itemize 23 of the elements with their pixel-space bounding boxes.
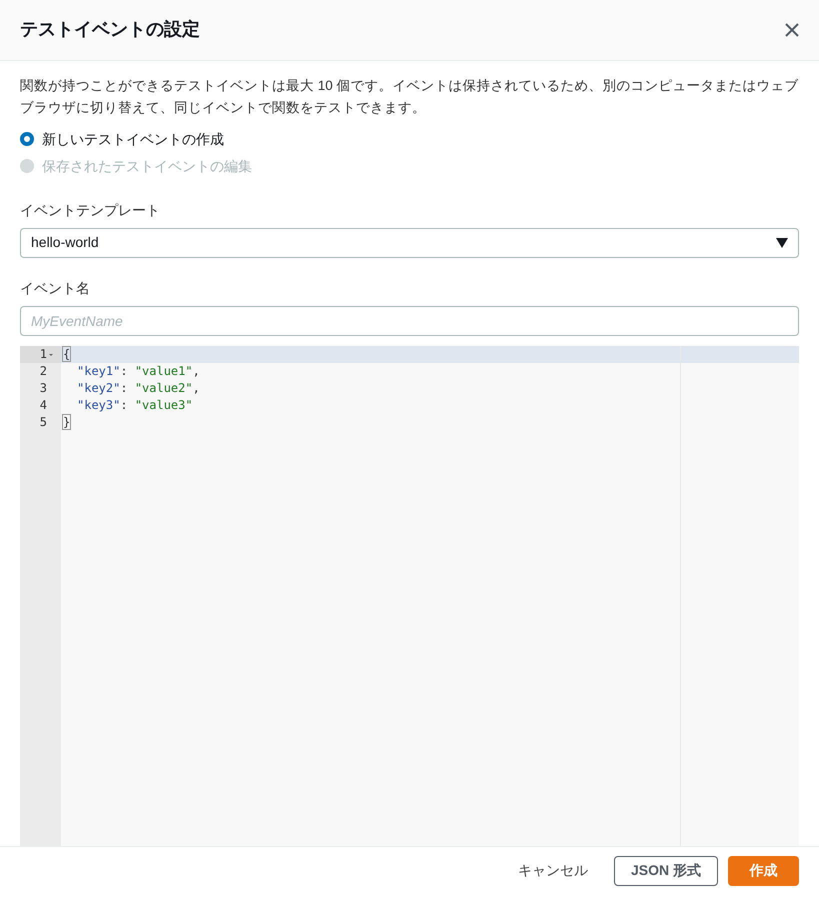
code-editor[interactable]: 1 2 3 4 5 { "key1": "value1", "key2": "value2", "key3": "value3" } [20, 346, 799, 846]
description-text: 関数が持つことができるテストイベントは最大 10 個です。イベントは保持されているため、別のコンピュータまたはウェブブラウザに切り替えて、同じイベントで関数をテストできます。 [20, 76, 799, 117]
line-number: 5 [38, 414, 48, 431]
line-number: 3 [38, 380, 48, 397]
template-select[interactable]: hello-world [20, 228, 799, 258]
code-line: } [62, 414, 72, 431]
field-label: イベントテンプレート [20, 200, 161, 220]
radio-label: 保存されたテストイベントの編集 [42, 156, 252, 176]
dialog-button[interactable]: JSON 形式 [614, 856, 718, 886]
event-name-field[interactable]: MyEventName [20, 306, 799, 336]
code-line: "key1": "value1", [76, 362, 201, 380]
line-number: 4 [38, 396, 48, 414]
field-label: イベント名 [20, 278, 91, 298]
dialog-button[interactable]: キャンセル [502, 856, 604, 886]
close-icon[interactable] [785, 22, 799, 37]
line-number: 2 [38, 362, 48, 380]
radio-button[interactable] [20, 132, 34, 146]
line-number: 1 [20, 346, 61, 363]
caret-icon [776, 238, 788, 248]
dialog-title: テストイベントの設定 [20, 18, 200, 42]
code-line: "key2": "value2", [76, 380, 201, 397]
code-line: "key3": "value3" [76, 396, 194, 414]
radio-label: 新しいテストイベントの作成 [42, 130, 224, 149]
